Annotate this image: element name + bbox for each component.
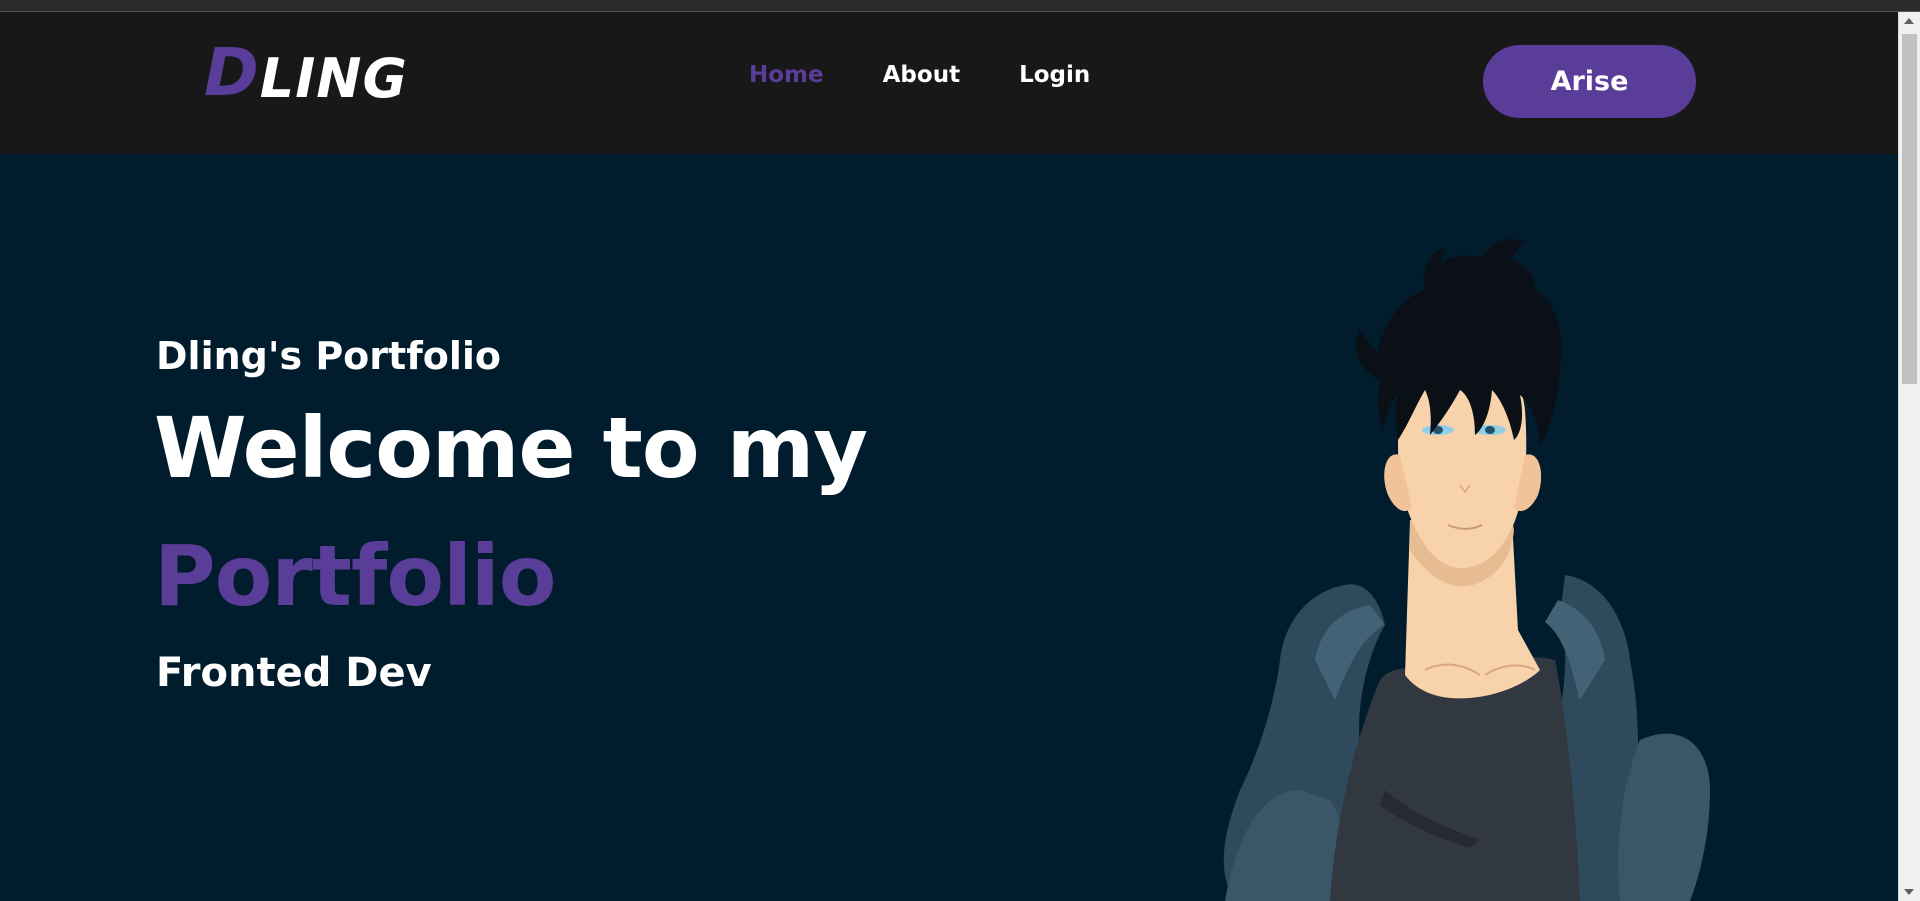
nav-link-login[interactable]: Login	[1019, 62, 1090, 88]
browser-top-edge	[0, 0, 1920, 12]
nav-link-home[interactable]: Home	[749, 62, 824, 88]
scroll-up-arrow-icon[interactable]	[1904, 18, 1914, 24]
vertical-scrollbar[interactable]	[1898, 12, 1920, 901]
scroll-thumb[interactable]	[1902, 34, 1917, 384]
scroll-down-arrow-icon[interactable]	[1904, 889, 1914, 895]
anime-character-illustration	[1223, 238, 1710, 901]
pupil-right	[1485, 426, 1495, 434]
nav-links: Home About Login	[749, 62, 1090, 88]
nav-link-about[interactable]: About	[883, 62, 960, 88]
hero-headline-accent: Portfolio	[154, 527, 556, 625]
hero-subtitle: Dling's Portfolio	[156, 334, 501, 378]
arise-button[interactable]: Arise	[1483, 45, 1696, 118]
logo-text: LING	[259, 47, 408, 110]
navbar: D LING Home About Login Arise	[0, 12, 1899, 154]
hero-section: Dling's Portfolio Welcome to my Portfoli…	[0, 154, 1899, 901]
logo[interactable]: D LING	[204, 34, 408, 111]
logo-initial: D	[204, 34, 260, 111]
hero-headline: Welcome to my	[154, 399, 868, 497]
hero-role: Fronted Dev	[156, 650, 432, 696]
